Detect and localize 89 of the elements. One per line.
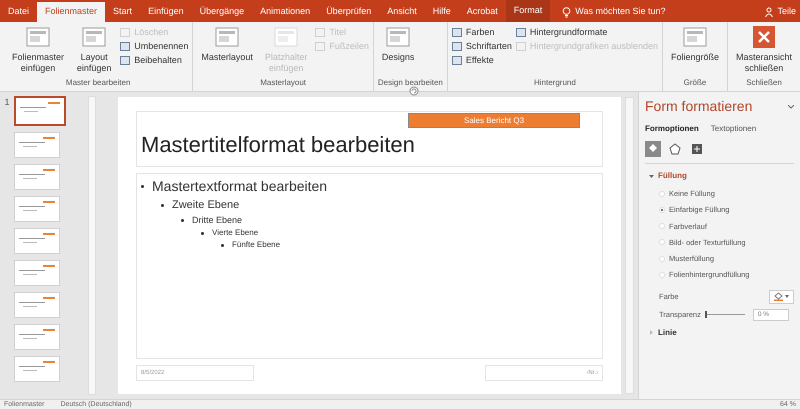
scrollbar[interactable] — [88, 96, 96, 395]
ribbon-tab[interactable]: Format — [506, 0, 550, 22]
pane-icon-tab[interactable] — [667, 141, 683, 157]
command-icon — [516, 28, 526, 36]
radio-button[interactable] — [659, 239, 665, 246]
radio-button[interactable] — [659, 223, 665, 230]
bullet-icon — [201, 232, 204, 234]
tell-me-field[interactable]: Was möchten Sie tun? — [575, 5, 666, 19]
slide-layout-icon — [682, 26, 707, 48]
command-icon — [315, 28, 326, 36]
ribbon-tab[interactable]: Übergänge — [192, 2, 252, 22]
ribbon-command[interactable]: Hintergrundformate — [516, 26, 658, 38]
slide-layout-icon — [215, 26, 240, 48]
ribbon-command[interactable]: Umbenennen — [120, 40, 188, 52]
ribbon-tab[interactable]: Ansicht — [379, 2, 425, 22]
slider-thumb[interactable] — [704, 311, 707, 318]
bullet-text: Fünfte Ebene — [232, 239, 280, 251]
ribbon-tab[interactable]: Animationen — [252, 2, 318, 22]
group-label: Schließen — [745, 77, 783, 89]
pentagon-icon — [669, 143, 681, 155]
slide-layout-icon — [82, 26, 106, 48]
pane-tab[interactable]: Textoptionen — [710, 123, 756, 135]
ribbon-tab[interactable]: Acrobat — [458, 2, 506, 22]
rotate-handle-icon[interactable] — [408, 85, 420, 97]
slide-title: Mastertitelformat bearbeiten — [141, 134, 415, 156]
bullet-text: Dritte Ebene — [192, 214, 242, 226]
slide-layout-icon — [26, 26, 50, 48]
caret-icon — [785, 295, 789, 298]
section-header[interactable]: Linie — [645, 326, 677, 338]
command-icon — [120, 28, 130, 36]
share-button[interactable]: Teile — [765, 2, 800, 22]
pane-icon-tab[interactable] — [689, 141, 705, 157]
ribbon-tab[interactable]: Datei — [0, 2, 38, 22]
ribbon-command[interactable]: Farben — [452, 26, 512, 38]
radio-button[interactable] — [659, 206, 665, 213]
ribbon-button[interactable]: Foliengröße — [666, 26, 723, 63]
bullet-icon — [141, 185, 144, 188]
command-icon — [452, 42, 462, 50]
bullet-text: Vierte Ebene — [212, 227, 258, 239]
close-icon — [753, 26, 775, 48]
group-label: Design bearbeiten — [378, 77, 443, 89]
ribbon-tab[interactable]: Folienmaster — [37, 2, 106, 22]
scrollbar[interactable] — [625, 97, 634, 394]
group-label: Hintergrund — [533, 77, 577, 89]
bullet-icon — [161, 204, 164, 207]
pane-icon-tab[interactable] — [645, 141, 661, 157]
bullet-text: Zweite Ebene — [172, 198, 240, 213]
ribbon-tab[interactable]: Überprüfen — [318, 2, 380, 22]
bullet-icon — [221, 244, 224, 246]
lightbulb-icon — [562, 6, 572, 18]
slide-layout-icon — [274, 26, 298, 48]
sales-tag-shape[interactable]: Sales Bericht Q3 — [408, 113, 580, 128]
ribbon-tab[interactable]: Start — [105, 2, 140, 22]
ribbon-command[interactable]: Effekte — [452, 54, 512, 66]
ribbon-button[interactable]: Designs — [378, 26, 418, 63]
command-icon — [452, 28, 462, 36]
bullet-text: Mastertextformat bearbeiten — [152, 177, 328, 196]
ribbon-button[interactable]: Masterlayout — [197, 26, 257, 63]
expand-icon — [649, 330, 654, 335]
ribbon-button[interactable]: Folienmaster einfügen — [8, 26, 68, 74]
color-picker-button[interactable] — [769, 290, 794, 304]
radio-button[interactable] — [659, 272, 665, 278]
slide-number: 1 — [3, 96, 10, 109]
ribbon-button[interactable]: Layout einfügen — [72, 26, 116, 74]
ribbon-tab[interactable]: Hilfe — [424, 2, 459, 22]
section-header[interactable]: Füllung — [645, 170, 687, 182]
radio-button[interactable] — [659, 190, 665, 197]
command-icon — [452, 56, 462, 64]
group-label: Masterlayout — [259, 77, 308, 89]
size-icon — [691, 143, 703, 155]
group-label: Größe — [682, 77, 708, 89]
expand-icon — [649, 174, 654, 178]
ribbon-button[interactable]: Masteransicht schließen — [732, 26, 796, 74]
chevron-down-icon[interactable] — [788, 104, 794, 108]
group-label: Master bearbeiten — [64, 77, 132, 89]
slide-thumbnail[interactable] — [14, 96, 66, 126]
command-icon — [315, 42, 326, 50]
command-icon — [516, 42, 526, 50]
radio-button[interactable] — [659, 256, 665, 262]
command-icon — [120, 42, 130, 50]
slide-layout-icon — [386, 26, 410, 48]
person-icon — [765, 7, 774, 17]
command-icon — [120, 56, 130, 64]
ribbon-command[interactable]: Beibehalten — [120, 54, 188, 66]
bullet-icon — [181, 218, 184, 222]
pane-title: Form formatieren — [645, 97, 752, 116]
ribbon-command[interactable]: Schriftarten — [452, 40, 512, 52]
ribbon-tab[interactable]: Einfügen — [140, 2, 192, 22]
pane-tab[interactable]: Formoptionen — [645, 123, 699, 135]
